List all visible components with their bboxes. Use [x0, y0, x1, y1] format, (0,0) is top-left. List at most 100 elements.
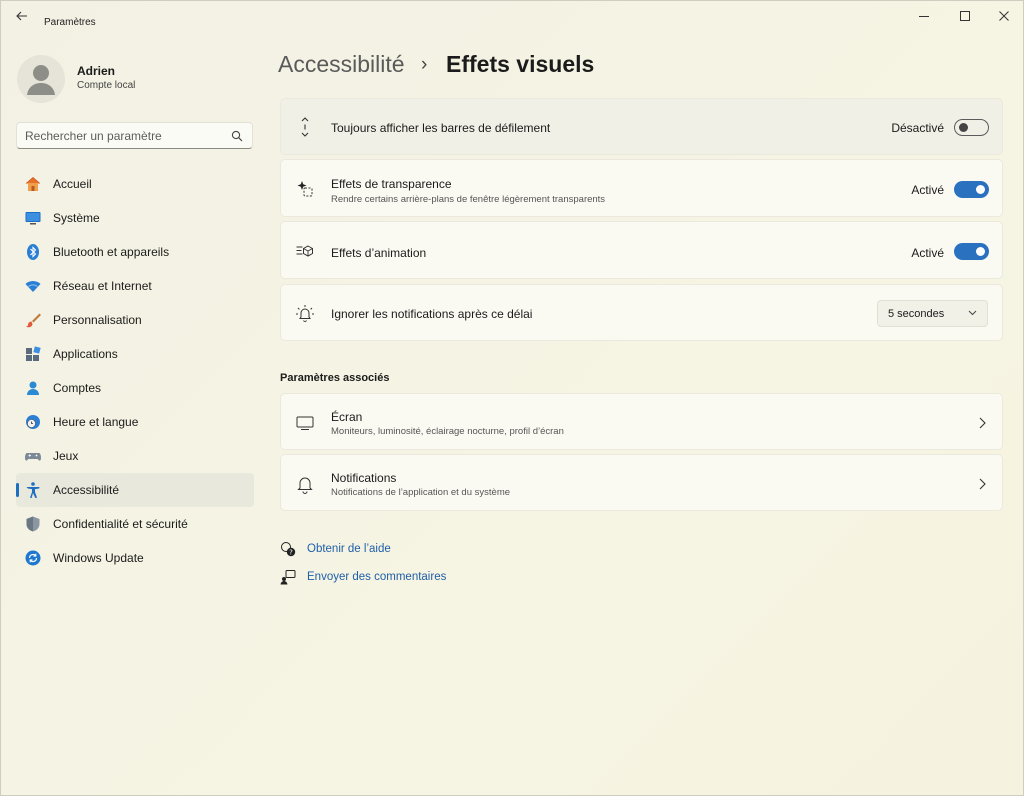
user-name: Adrien — [77, 64, 116, 78]
update-icon — [24, 549, 42, 567]
scrollbars-toggle[interactable] — [954, 119, 989, 136]
gamepad-icon — [24, 447, 42, 465]
sidebar-item-heure[interactable]: Heure et langue — [16, 405, 254, 439]
toggle-state-label: Activé — [911, 246, 944, 260]
sidebar-nav: Accueil Système Bluetooth et appareils R… — [16, 167, 254, 575]
toggle-knob — [976, 185, 985, 194]
sidebar-item-comptes[interactable]: Comptes — [16, 371, 254, 405]
related-item-ecran[interactable]: Écran Moniteurs, luminosité, éclairage n… — [280, 393, 1003, 450]
sidebar-item-windows-update[interactable]: Windows Update — [16, 541, 254, 575]
sidebar-item-personnalisation[interactable]: Personnalisation — [16, 303, 254, 337]
notification-timeout-dropdown[interactable]: 5 secondes — [877, 300, 988, 327]
transparency-icon — [295, 179, 315, 199]
animation-toggle[interactable] — [954, 243, 989, 260]
sidebar-item-reseau[interactable]: Réseau et Internet — [16, 269, 254, 303]
arrow-left-icon — [16, 11, 27, 21]
setting-transparency: Effets de transparence Rendre certains a… — [280, 159, 1003, 217]
shield-icon — [24, 515, 42, 533]
sidebar-item-label: Comptes — [53, 381, 102, 395]
monitor-icon — [24, 209, 42, 227]
feedback-icon — [280, 569, 296, 585]
app-title: Paramètres — [44, 17, 96, 28]
help-link[interactable]: ? Obtenir de l’aide — [280, 540, 391, 558]
display-icon — [295, 413, 315, 433]
bluetooth-icon — [24, 243, 42, 261]
page-title: Effets visuels — [446, 51, 595, 77]
related-item-subtitle: Notifications de l’application et du sys… — [331, 487, 511, 498]
accessibility-icon — [24, 481, 42, 499]
search-box — [16, 122, 253, 149]
scrollbar-icon — [295, 117, 315, 137]
related-item-notifications[interactable]: Notifications Notifications de l’applica… — [280, 454, 1003, 511]
setting-animation: Effets d’animation Activé — [280, 221, 1003, 279]
timer-bell-icon — [295, 304, 315, 324]
close-button[interactable] — [987, 5, 1021, 27]
back-button[interactable] — [11, 7, 33, 25]
breadcrumb-separator: › — [421, 54, 428, 75]
brush-icon — [24, 311, 42, 329]
sidebar-item-label: Accueil — [53, 177, 92, 191]
home-icon — [24, 175, 42, 193]
minimize-button[interactable] — [907, 5, 941, 27]
setting-title: Effets de transparence — [331, 177, 452, 191]
apps-icon — [24, 345, 42, 363]
sidebar-item-label: Bluetooth et appareils — [53, 245, 170, 259]
account-type: Compte local — [77, 80, 136, 91]
dropdown-selected-value: 5 secondes — [888, 308, 945, 320]
toggle-knob — [976, 247, 985, 256]
sidebar-item-label: Jeux — [53, 449, 79, 463]
search-icon[interactable] — [231, 130, 243, 142]
sidebar-item-label: Accessibilité — [53, 483, 120, 497]
person-icon — [24, 379, 42, 397]
sidebar-item-accueil[interactable]: Accueil — [16, 167, 254, 201]
chevron-right-icon — [979, 478, 986, 490]
sidebar-item-label: Heure et langue — [53, 415, 139, 429]
setting-title: Effets d’animation — [331, 246, 427, 260]
maximize-button[interactable] — [948, 5, 982, 27]
toggle-knob — [959, 123, 968, 132]
chevron-right-icon — [979, 417, 986, 429]
avatar[interactable] — [17, 55, 65, 103]
sidebar-item-label: Applications — [53, 347, 118, 361]
clock-globe-icon — [24, 413, 42, 431]
sidebar-item-confidentialite[interactable]: Confidentialité et sécurité — [16, 507, 254, 541]
sidebar-item-bluetooth[interactable]: Bluetooth et appareils — [16, 235, 254, 269]
wifi-icon — [24, 277, 42, 295]
help-link-text[interactable]: Obtenir de l’aide — [307, 543, 391, 555]
person-avatar-icon — [27, 65, 55, 95]
transparency-toggle[interactable] — [954, 181, 989, 198]
help-icon: ? — [280, 541, 296, 557]
sidebar-item-applications[interactable]: Applications — [16, 337, 254, 371]
toggle-state-label: Désactivé — [891, 121, 944, 135]
sidebar-item-label: Personnalisation — [53, 313, 142, 327]
related-item-title: Notifications — [331, 471, 397, 485]
related-settings-heading: Paramètres associés — [280, 372, 390, 384]
minimize-icon — [919, 16, 929, 17]
breadcrumb-parent[interactable]: Accessibilité — [278, 51, 405, 78]
setting-notification-timeout: Ignorer les notifications après ce délai… — [280, 284, 1003, 341]
setting-title: Toujours afficher les barres de défileme… — [331, 121, 551, 135]
title-bar: Paramètres — [1, 1, 1023, 31]
feedback-link[interactable]: Envoyer des commentaires — [280, 568, 446, 586]
settings-window: Paramètres Adrien Compte local Recherche… — [0, 0, 1024, 796]
chevron-down-icon — [968, 310, 977, 316]
setting-subtitle: Rendre certains arrière-plans de fenêtre… — [331, 194, 606, 205]
animation-icon — [295, 241, 315, 261]
maximize-icon — [960, 11, 970, 21]
sidebar-item-accessibilite[interactable]: Accessibilité — [16, 473, 254, 507]
bell-icon — [295, 474, 315, 494]
sidebar-item-label: Windows Update — [53, 551, 144, 565]
toggle-state-label: Activé — [911, 183, 944, 197]
close-icon — [999, 11, 1009, 21]
svg-text:?: ? — [289, 549, 293, 557]
sidebar-item-label: Confidentialité et sécurité — [53, 517, 188, 531]
sidebar-item-label: Système — [53, 211, 100, 225]
sidebar-item-label: Réseau et Internet — [53, 279, 152, 293]
setting-title: Ignorer les notifications après ce délai — [331, 307, 533, 321]
sidebar-item-systeme[interactable]: Système — [16, 201, 254, 235]
setting-scrollbars: Toujours afficher les barres de défileme… — [280, 98, 1003, 155]
sidebar-item-jeux[interactable]: Jeux — [16, 439, 254, 473]
related-item-title: Écran — [331, 410, 363, 424]
search-input[interactable] — [25, 127, 225, 145]
feedback-link-text[interactable]: Envoyer des commentaires — [307, 571, 446, 583]
